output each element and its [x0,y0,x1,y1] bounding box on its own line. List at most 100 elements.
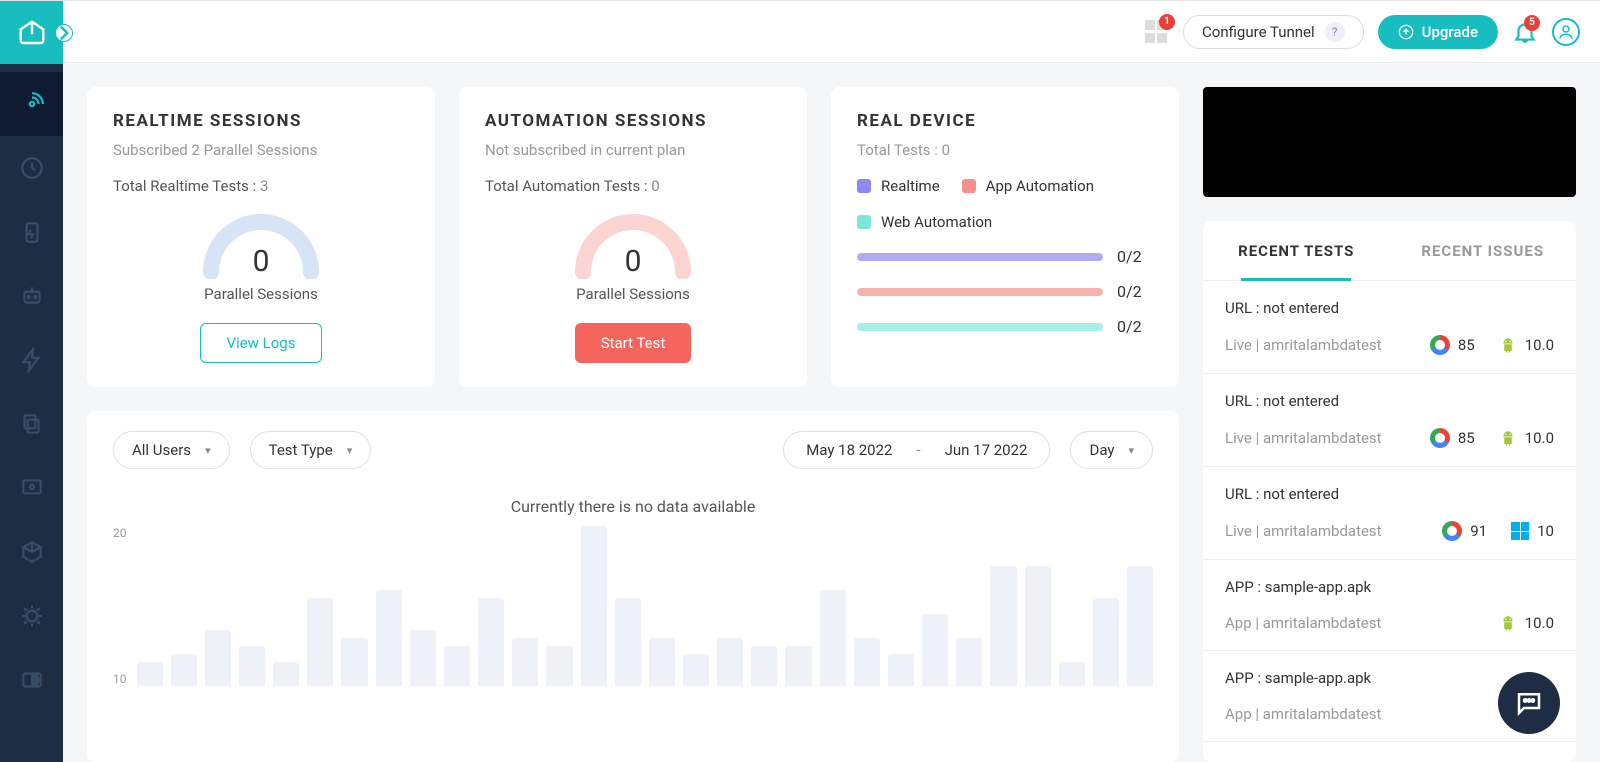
tab-recent-issues[interactable]: RECENT ISSUES [1390,221,1577,280]
browser-version: 85 [1458,429,1475,447]
chart-bar [785,646,811,686]
test-item[interactable]: URL : not entered Live | amritalambdatest… [1203,374,1576,467]
date-dash: - [916,441,920,459]
realtime-title: REALTIME SESSIONS [113,111,409,131]
os-version: 10.0 [1525,336,1554,354]
avatar[interactable] [1552,18,1580,46]
chart-bar [478,598,504,686]
chart-bar [581,526,607,686]
automation-sessions-card: AUTOMATION SESSIONS Not subscribed in cu… [459,87,807,387]
test-url: URL : not entered [1225,485,1554,503]
chart-bar [205,630,231,686]
notifications-button[interactable]: 5 [1512,19,1538,45]
apps-badge: 1 [1159,14,1175,30]
chevron-down-icon: ▾ [1128,444,1134,457]
device-stat-label: Total Tests : [857,141,938,159]
promo-banner [1203,87,1576,197]
date-to: Jun 17 2022 [945,441,1028,459]
realtime-stat-value: 3 [260,177,268,195]
chart-bar [546,646,572,686]
realtime-gauge-value: 0 [196,244,326,279]
chart-bar [512,638,538,686]
filter-users-dropdown[interactable]: All Users▾ [113,431,230,469]
chart-bar [751,646,777,686]
test-meta: Live | amritalambdatest8510.0 [1225,428,1554,448]
nav-robot[interactable] [0,264,63,328]
browser-version: 85 [1458,336,1475,354]
chart-bar [171,654,197,686]
view-logs-button[interactable]: View Logs [200,323,323,363]
upgrade-label: Upgrade [1422,23,1478,41]
chrome-icon [1430,335,1450,355]
realtime-gauge-label: Parallel Sessions [204,285,318,303]
realtime-gauge: 0 [196,207,326,279]
android-icon [1499,336,1517,354]
filter-type-dropdown[interactable]: Test Type▾ [250,431,372,469]
chat-fab[interactable] [1498,672,1560,734]
browser-version: 91 [1470,522,1487,540]
test-item[interactable]: URL : not enteredLive | amritalambdatest… [1203,467,1576,560]
legend-realtime: Realtime [857,177,940,195]
android-icon [1499,614,1517,632]
configure-tunnel-button[interactable]: Configure Tunnel ? [1183,15,1364,49]
chart-bar [137,662,163,686]
chart-bar [1127,566,1153,686]
test-meta: App | amritalambdatest10.0 [1225,614,1554,632]
chevron-down-icon: ▾ [205,444,211,457]
automation-subtitle: Not subscribed in current plan [485,141,781,159]
progress-web-automation: 0/2 [857,317,1153,336]
nav-preview[interactable] [0,456,63,520]
os-version: 10.0 [1525,614,1554,632]
nav-dashboard[interactable] [0,72,63,136]
device-stat-value: 0 [942,141,950,159]
chevron-down-icon: ▾ [347,444,353,457]
chart-bar [307,598,333,686]
realtime-subtitle: Subscribed 2 Parallel Sessions [113,141,409,159]
nav-bolt[interactable] [0,328,63,392]
nav-bug[interactable] [0,584,63,648]
chart-bars [137,526,1154,686]
chart-bar [1093,598,1119,686]
chart-bar [922,614,948,686]
tab-recent-tests[interactable]: RECENT TESTS [1203,221,1390,280]
nav-cube[interactable] [0,520,63,584]
nav-copy[interactable] [0,392,63,456]
expand-sidebar-button[interactable] [55,24,73,42]
progress-app-automation: 0/2 [857,282,1153,301]
android-icon [1499,429,1517,447]
date-from: May 18 2022 [806,441,892,459]
configure-tunnel-label: Configure Tunnel [1202,23,1315,41]
nav-contrast[interactable] [0,648,63,712]
chart-bar [888,654,914,686]
test-url: URL : not entered [1225,392,1554,410]
logo[interactable] [0,1,63,64]
upgrade-button[interactable]: Upgrade [1378,15,1498,49]
test-item[interactable]: APP : sample-app.apkApp | amritalambdate… [1203,560,1576,651]
bell-badge: 5 [1524,15,1540,31]
automation-stat-label: Total Automation Tests : [485,177,648,195]
chart-bar [820,590,846,686]
os-version: 10 [1537,522,1554,540]
date-range-picker[interactable]: May 18 2022 - Jun 17 2022 [783,431,1050,469]
chart-bar [990,566,1016,686]
realtime-sessions-card: REALTIME SESSIONS Subscribed 2 Parallel … [87,87,435,387]
automation-stat-value: 0 [651,177,659,195]
chart-bar [273,662,299,686]
chrome-icon [1442,521,1462,541]
granularity-dropdown[interactable]: Day▾ [1070,431,1153,469]
test-item[interactable]: URL : not enteredLive | amritalambdatest… [1203,281,1576,374]
automation-gauge: 0 [568,207,698,279]
apps-grid-icon[interactable]: 1 [1145,20,1169,44]
automation-gauge-value: 0 [568,244,698,279]
start-test-button[interactable]: Start Test [575,323,692,363]
chart-bar [376,590,402,686]
chart-bar [683,654,709,686]
device-title: REAL DEVICE [857,111,1153,131]
chart-bar [649,638,675,686]
realtime-stat-label: Total Realtime Tests : [113,177,256,195]
legend-web-automation: Web Automation [857,213,992,231]
chart-bar [615,598,641,686]
nav-history[interactable] [0,136,63,200]
test-url: URL : not entered [1225,299,1554,317]
nav-battery[interactable] [0,200,63,264]
